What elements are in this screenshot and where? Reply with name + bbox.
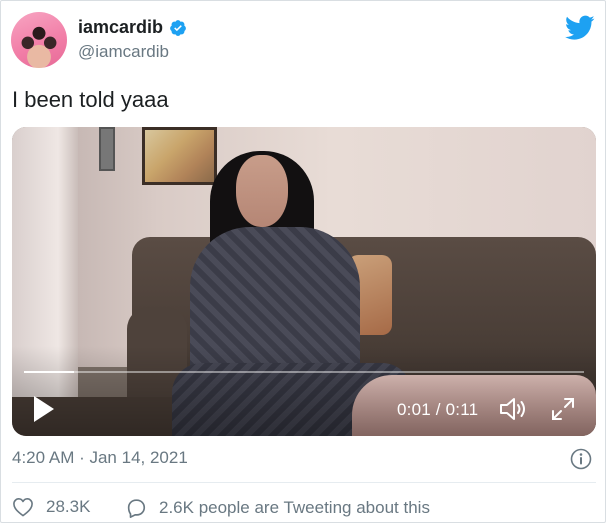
display-name[interactable]: iamcardib [78,17,163,38]
video-time-display: 0:01 / 0:11 [397,400,479,419]
video-player[interactable]: 0:01 / 0:11 [12,127,596,436]
video-controls-shade [12,346,596,436]
tweet-timestamp[interactable]: 4:20 AM · Jan 14, 2021 [12,448,188,468]
tweet-text: I been told yaaa [12,87,169,112]
video-frame-picture-art [142,127,217,185]
twitter-bird-icon[interactable] [565,15,595,41]
avatar[interactable] [11,12,67,68]
conversation-text: 2.6K people are Tweeting about this [159,498,430,517]
likes-count: 28.3K [46,497,91,516]
video-progress-fill [24,371,75,373]
verified-badge-icon [170,19,186,36]
heart-icon [13,498,33,517]
conversation-link[interactable]: 2.6K people are Tweeting about this [125,497,430,519]
play-icon[interactable] [32,395,56,423]
video-frame-picture-small [99,127,115,171]
divider [12,482,596,483]
video-progress-bar[interactable] [24,371,584,373]
author-handle[interactable]: @iamcardib [78,42,169,62]
like-button[interactable]: 28.3K [12,497,90,517]
volume-icon[interactable] [499,396,529,422]
tweet-card: iamcardib @iamcardib I been told yaaa 0:… [0,0,606,523]
info-icon[interactable] [570,448,592,470]
video-frame-person-face [236,155,288,227]
author-name-row[interactable]: iamcardib [78,17,187,38]
fullscreen-icon[interactable] [550,396,576,422]
reply-bubble-icon [127,499,146,518]
